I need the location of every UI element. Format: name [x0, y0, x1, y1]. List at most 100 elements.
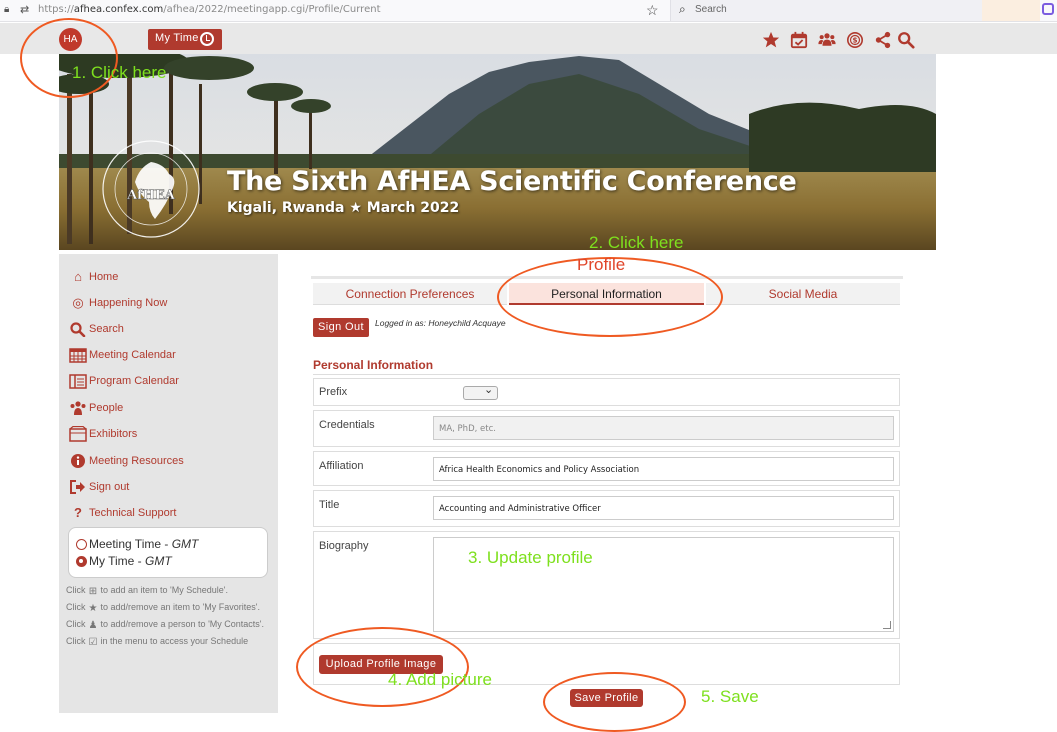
- afhea-logo-text: AfHEA: [126, 188, 176, 203]
- affiliation-input[interactable]: Africa Health Economics and Policy Assoc…: [433, 457, 894, 481]
- sidebar-item-label: Exhibitors: [89, 428, 138, 440]
- sidebar-item-home[interactable]: ⌂ Home: [69, 269, 269, 287]
- sidebar-item-label: Program Calendar: [89, 375, 179, 387]
- browser-search-field[interactable]: ⌕ Search: [670, 0, 982, 21]
- sidebar-item-label: Technical Support: [89, 507, 177, 519]
- sidebar-item-label: People: [89, 402, 124, 414]
- sidebar-item-technical-support[interactable]: ? Technical Support: [69, 505, 269, 523]
- meeting-time-radio[interactable]: [76, 539, 87, 550]
- site-top-bar: HA My Time $: [0, 23, 1057, 54]
- affiliation-row: Affiliation Africa Health Economics and …: [313, 451, 900, 486]
- annotation-step4: 4. Add picture: [388, 670, 492, 689]
- my-time-label: My Time: [155, 32, 199, 44]
- sidebar-item-label: Search: [89, 323, 124, 335]
- star-icon[interactable]: [762, 31, 780, 49]
- prefix-row: Prefix: [313, 378, 900, 406]
- meeting-time-zone: GMT: [171, 537, 199, 551]
- share-icon[interactable]: [874, 31, 892, 49]
- sign-out-button[interactable]: Sign Out: [313, 318, 369, 337]
- biography-label: Biography: [319, 540, 369, 552]
- info-icon: [71, 454, 85, 468]
- banner-subtitle: Kigali, Rwanda ★ March 2022: [227, 200, 460, 216]
- happening-now-icon: ◎: [72, 295, 84, 310]
- sidebar-nav: ⌂ Home ◎ Happening Now Search Meeting Ca…: [59, 254, 278, 713]
- question-icon: ?: [74, 505, 82, 520]
- exhibitors-icon: [69, 426, 87, 442]
- credentials-row: Credentials MA, PhD, etc.: [313, 410, 900, 447]
- annotation-step3: 3. Update profile: [468, 548, 593, 567]
- title-row: Title Accounting and Administrative Offi…: [313, 490, 900, 527]
- title-label: Title: [319, 499, 340, 511]
- sidebar-item-label: Meeting Resources: [89, 455, 184, 467]
- calendar-icon: [69, 348, 87, 363]
- my-time-label: My Time -: [89, 554, 145, 568]
- title-input[interactable]: Accounting and Administrative Officer: [433, 496, 894, 520]
- sidebar-item-program-calendar[interactable]: Program Calendar: [69, 373, 269, 391]
- clock-icon: [200, 32, 214, 46]
- person-icon: ♟: [88, 620, 98, 631]
- home-icon: ⌂: [74, 269, 82, 284]
- help-text-contacts: Click ♟ to add/remove a person to 'My Cont…: [66, 619, 265, 631]
- sidebar-item-exhibitors[interactable]: Exhibitors: [69, 426, 269, 444]
- calendar-check-icon[interactable]: [790, 31, 808, 49]
- tab-connection-preferences[interactable]: Connection Preferences: [313, 283, 507, 305]
- svg-text:$: $: [852, 36, 857, 45]
- my-time-button[interactable]: My Time: [148, 29, 222, 50]
- toolbar-spacer: [982, 0, 1040, 21]
- annotation-step2: 2. Click here: [589, 233, 684, 252]
- search-icon: [70, 322, 86, 337]
- sidebar-item-search[interactable]: Search: [69, 321, 269, 339]
- star-icon: ★: [88, 603, 98, 614]
- conference-banner: AfHEA The Sixth AfHEA Scientific Confere…: [59, 54, 936, 250]
- prefix-select[interactable]: [463, 383, 498, 400]
- bookmark-star-icon[interactable]: ☆: [646, 2, 659, 19]
- people-icon: [70, 401, 86, 415]
- prefix-label: Prefix: [319, 386, 348, 398]
- annotation-step2-profile: Profile: [577, 255, 626, 274]
- sign-out-icon: [70, 480, 85, 494]
- my-time-radio[interactable]: [76, 556, 87, 567]
- credentials-input[interactable]: MA, PhD, etc.: [433, 416, 894, 440]
- tab-social-media[interactable]: Social Media: [706, 283, 900, 305]
- url-field[interactable]: https://afhea.confex.com/afhea/2022/meet…: [38, 4, 381, 15]
- pocket-icon[interactable]: [1042, 3, 1054, 15]
- section-title: Personal Information: [313, 358, 434, 372]
- sidebar-item-label: Meeting Calendar: [89, 349, 176, 361]
- logged-in-text: Logged in as: Honeychild Acquaye: [375, 318, 506, 328]
- annotation-oval-upload: [296, 627, 469, 707]
- search-icon[interactable]: [897, 31, 915, 49]
- sidebar-item-happening-now[interactable]: ◎ Happening Now: [69, 295, 269, 313]
- search-icon: ⌕: [679, 2, 686, 16]
- annotation-step5: 5. Save: [701, 687, 759, 706]
- sidebar-item-people[interactable]: People: [69, 400, 269, 418]
- happening-now-icon[interactable]: $: [846, 31, 864, 49]
- resize-handle-icon[interactable]: [883, 621, 891, 629]
- sidebar-item-label: Happening Now: [89, 297, 168, 309]
- annotation-step1: 1. Click here: [72, 63, 167, 82]
- permissions-icon[interactable]: ⇄: [20, 3, 29, 16]
- timezone-selector: Meeting Time - GMT My Time - GMT: [68, 527, 268, 578]
- banner-title: The Sixth AfHEA Scientific Conference: [227, 166, 797, 197]
- calendar-check-icon: ☑: [88, 637, 98, 648]
- sidebar-item-meeting-calendar[interactable]: Meeting Calendar: [69, 347, 269, 365]
- my-time-zone: GMT: [145, 554, 172, 568]
- browser-address-bar: 🔒︎ ⇄ https://afhea.confex.com/afhea/2022…: [0, 0, 1057, 22]
- credentials-label: Credentials: [319, 419, 375, 431]
- section-divider: [313, 374, 900, 375]
- biography-row: Biography: [313, 531, 900, 639]
- affiliation-label: Affiliation: [319, 460, 364, 472]
- annotation-oval-save: [543, 672, 686, 732]
- search-placeholder: Search: [695, 4, 727, 15]
- sidebar-item-label: Home: [89, 271, 119, 283]
- meeting-time-label: Meeting Time -: [89, 537, 172, 551]
- lock-icon[interactable]: 🔒︎: [4, 4, 9, 15]
- help-text-schedule: Click ⊞ to add an item to 'My Schedule'.: [66, 585, 229, 597]
- banner-landscape-image: AfHEA: [59, 54, 936, 250]
- sidebar-item-sign-out[interactable]: Sign out: [69, 479, 269, 497]
- help-text-favorites: Click ★ to add/remove an item to 'My Favor…: [66, 602, 260, 614]
- sidebar-item-meeting-resources[interactable]: Meeting Resources: [69, 453, 269, 471]
- people-icon[interactable]: [818, 31, 836, 49]
- plus-icon: ⊞: [88, 586, 98, 597]
- annotation-oval-avatar: [20, 18, 118, 98]
- program-calendar-icon: [69, 374, 87, 389]
